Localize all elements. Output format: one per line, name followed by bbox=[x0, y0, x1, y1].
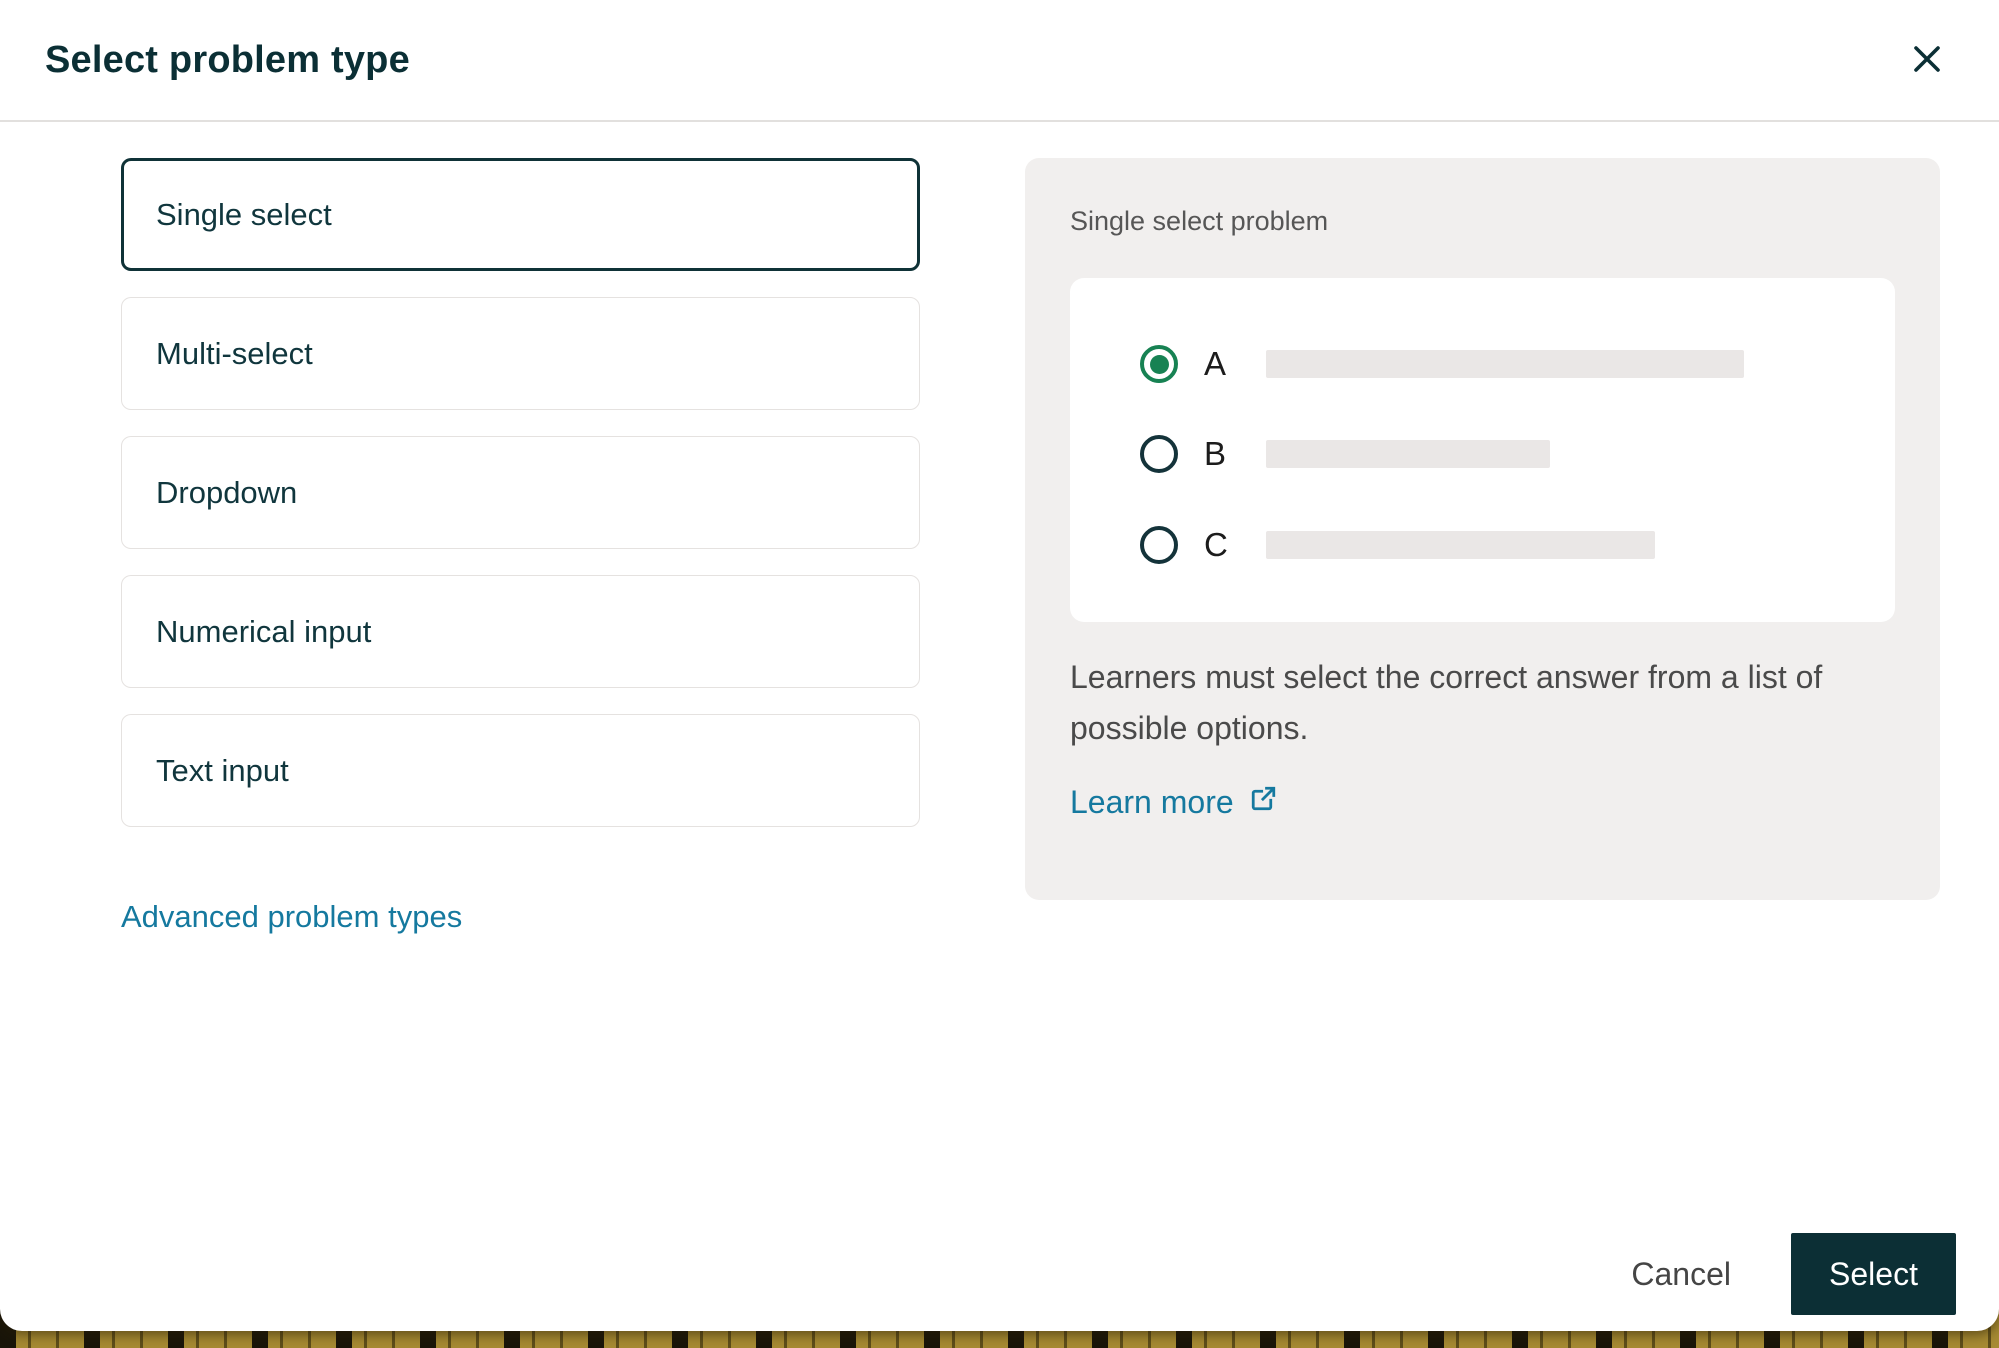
problem-type-card-multi-select[interactable]: Multi-select bbox=[121, 297, 920, 410]
placeholder-text-bar bbox=[1266, 350, 1744, 378]
close-button[interactable] bbox=[1901, 34, 1953, 86]
problem-type-label: Text input bbox=[156, 753, 289, 789]
radio-unselected-icon bbox=[1140, 435, 1178, 473]
problem-type-label: Multi-select bbox=[156, 336, 313, 372]
preview-option-row-c: C bbox=[1140, 525, 1655, 565]
select-problem-type-dialog: Select problem type Single select Multi-… bbox=[0, 0, 1999, 1331]
learn-more-link[interactable]: Learn more bbox=[1070, 784, 1278, 821]
option-letter: A bbox=[1204, 345, 1238, 383]
placeholder-text-bar bbox=[1266, 531, 1655, 559]
dialog-footer: Cancel Select bbox=[1625, 1233, 1956, 1315]
preview-panel: Single select problem A B C Learners mus… bbox=[1025, 158, 1940, 900]
dialog-title: Select problem type bbox=[45, 39, 410, 82]
learn-more-label: Learn more bbox=[1070, 784, 1234, 821]
problem-type-card-single-select[interactable]: Single select bbox=[121, 158, 920, 271]
problem-type-card-dropdown[interactable]: Dropdown bbox=[121, 436, 920, 549]
preview-option-row-b: B bbox=[1140, 434, 1550, 474]
select-button[interactable]: Select bbox=[1791, 1233, 1956, 1315]
problem-type-card-text-input[interactable]: Text input bbox=[121, 714, 920, 827]
placeholder-text-bar bbox=[1266, 440, 1550, 468]
option-letter: B bbox=[1204, 435, 1238, 473]
external-link-icon bbox=[1249, 784, 1278, 821]
problem-type-list: Single select Multi-select Dropdown Nume… bbox=[121, 158, 920, 935]
close-x-icon bbox=[1909, 41, 1945, 80]
option-letter: C bbox=[1204, 526, 1238, 564]
radio-unselected-icon bbox=[1140, 526, 1178, 564]
dialog-header: Select problem type bbox=[0, 0, 1999, 122]
problem-type-label: Dropdown bbox=[156, 475, 297, 511]
preview-example-card: A B C bbox=[1070, 278, 1895, 622]
page-background: { "dialog": { "title": "Select problem t… bbox=[0, 0, 1999, 1348]
preview-description: Learners must select the correct answer … bbox=[1070, 652, 1888, 754]
cancel-button[interactable]: Cancel bbox=[1625, 1246, 1737, 1303]
preview-heading: Single select problem bbox=[1070, 206, 1328, 237]
problem-type-card-numerical-input[interactable]: Numerical input bbox=[121, 575, 920, 688]
problem-type-label: Numerical input bbox=[156, 614, 371, 650]
advanced-problem-types-link[interactable]: Advanced problem types bbox=[121, 899, 462, 935]
problem-type-label: Single select bbox=[156, 197, 332, 233]
preview-option-row-a: A bbox=[1140, 344, 1744, 384]
radio-selected-icon bbox=[1140, 345, 1178, 383]
